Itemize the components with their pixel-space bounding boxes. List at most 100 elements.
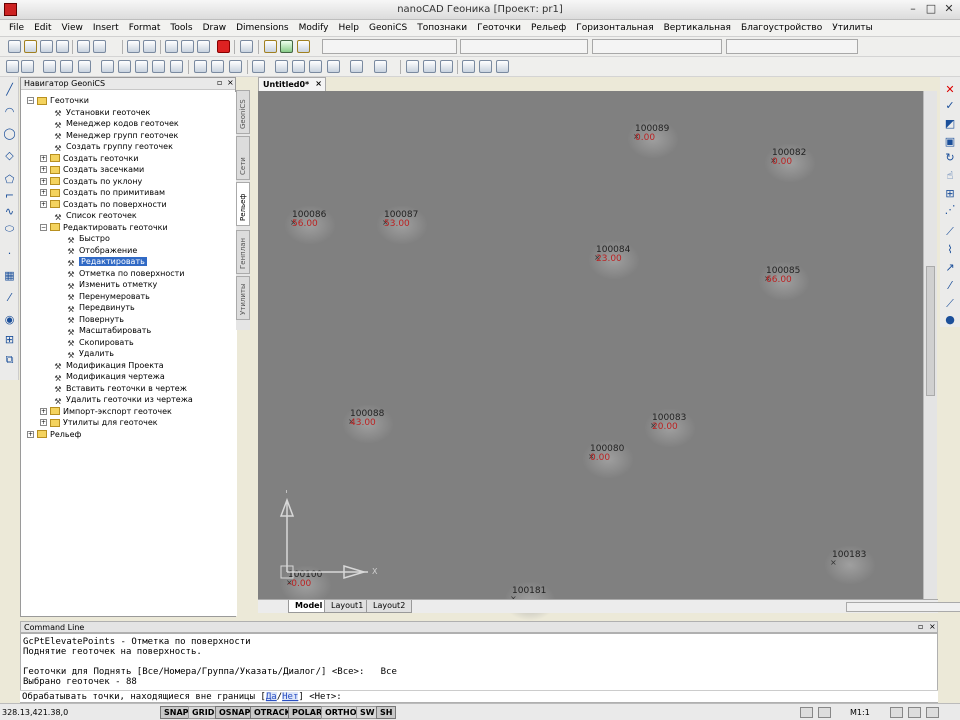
tree-item[interactable]: ⚒ Модификация чертежа [53, 371, 164, 383]
geopoint[interactable]: 100085 × 66.00 [758, 261, 810, 301]
geopoint[interactable]: 100087 × 53.00 [376, 205, 428, 245]
tree-item[interactable]: ⚒ Отметка по поверхности [66, 268, 184, 280]
close-icon[interactable]: ✕ [940, 2, 958, 17]
undo-icon[interactable] [127, 40, 140, 53]
print-icon[interactable] [77, 40, 90, 53]
vertical-scrollbar[interactable] [923, 91, 937, 599]
line-tool-icon[interactable] [43, 60, 56, 73]
tree-item[interactable]: ⚒ Скопировать [66, 337, 133, 349]
tray-settings-icon[interactable] [890, 707, 903, 718]
cancel-icon[interactable]: ✕ [943, 83, 957, 97]
menu-modify[interactable]: Modify [294, 20, 334, 37]
area-icon[interactable] [440, 60, 453, 73]
explode-icon[interactable] [229, 60, 242, 73]
layer-manager-icon[interactable] [297, 40, 310, 53]
expand-icon[interactable]: + [40, 154, 47, 162]
pin-icon[interactable]: ▫ [217, 78, 222, 87]
menu-relief[interactable]: Рельеф [526, 20, 571, 37]
circle-icon[interactable] [101, 60, 114, 73]
tree-item[interactable]: ⚒ Менеджер кодов геоточек [53, 118, 178, 130]
prompt-option-yes[interactable]: Да [265, 692, 277, 702]
menu-draw[interactable]: Draw [198, 20, 232, 37]
break-icon[interactable] [292, 60, 305, 73]
saveas-icon[interactable] [56, 40, 69, 53]
osnap-toggle[interactable]: OSNAP [215, 706, 255, 719]
command-input[interactable]: Обрабатывать точки, находящиеся вне гран… [20, 690, 938, 702]
menu-vertical[interactable]: Вертикальная [659, 20, 736, 37]
menu-utilities[interactable]: Утилиты [827, 20, 878, 37]
panel-close-icon[interactable]: × [227, 78, 234, 87]
layers-icon[interactable] [264, 40, 277, 53]
tray-layout-icon[interactable] [818, 707, 831, 718]
lineweight-combo[interactable] [726, 39, 858, 54]
menu-dimensions[interactable]: Dimensions [231, 20, 294, 37]
trim-icon[interactable] [60, 60, 73, 73]
tree-item[interactable]: + Создать по примитивам [40, 187, 165, 198]
save-icon[interactable] [40, 40, 53, 53]
menu-view[interactable]: View [57, 20, 88, 37]
section-icon[interactable]: ⟋ [943, 297, 957, 311]
annotation-scale[interactable]: M1:1 [850, 708, 870, 717]
move-icon[interactable] [252, 60, 265, 73]
paste-icon[interactable] [197, 40, 210, 53]
polygon-icon[interactable]: ⬠ [3, 173, 16, 186]
tree-item[interactable]: ⚒ Отображение [66, 245, 137, 257]
ellipse-icon[interactable]: ⬭ [3, 222, 16, 235]
spline-icon[interactable]: ∿ [3, 205, 16, 218]
polyline-icon[interactable]: ⌐ [3, 189, 16, 202]
table-icon[interactable]: ⊞ [3, 333, 16, 346]
tree-item[interactable]: + Создать по уклону [40, 176, 142, 187]
rotate-icon[interactable] [135, 60, 148, 73]
tree-item[interactable]: ⚒ Вставить геоточки в чертеж [53, 383, 187, 395]
tree-item[interactable]: + Импорт-экспорт геоточек [40, 406, 172, 417]
dim-aligned-icon[interactable] [479, 60, 492, 73]
mirror-icon[interactable] [152, 60, 165, 73]
contour-icon[interactable]: ⋰ [943, 203, 957, 217]
tree-item[interactable]: ⚒ Изменить отметку [66, 279, 157, 291]
cmd-pin-icon[interactable]: ▫ [918, 622, 923, 631]
stretch-icon[interactable] [211, 60, 224, 73]
array-icon[interactable] [170, 60, 183, 73]
extend-icon[interactable] [78, 60, 91, 73]
elevation-icon[interactable]: ↗ [943, 261, 957, 275]
tree-item[interactable]: ⚒ Повернуть [66, 314, 124, 326]
tree-item[interactable]: + Рельеф [27, 429, 81, 440]
tree-item[interactable]: + Утилиты для геоточек [40, 417, 158, 428]
geopoint[interactable]: 100082 × 0.00 [764, 143, 816, 183]
pointer-icon[interactable]: ☝ [943, 169, 957, 183]
maximize-icon[interactable]: □ [922, 2, 940, 17]
tree-item[interactable]: ⚒ Быстро [66, 233, 109, 245]
snap-tool-icon[interactable] [21, 60, 34, 73]
geopoint[interactable]: 100086 × 56.00 [284, 205, 336, 245]
open-icon[interactable] [24, 40, 37, 53]
fillet-icon[interactable] [350, 60, 363, 73]
insert-block-icon[interactable]: ⧉ [3, 353, 16, 366]
properties-icon[interactable] [240, 40, 253, 53]
menu-blagoustroistvo[interactable]: Благоустройство [736, 20, 827, 37]
tray-fullscreen-icon[interactable] [926, 707, 939, 718]
tree-item[interactable]: ⚒ Создать группу геоточек [53, 141, 173, 153]
chamfer-icon[interactable] [327, 60, 340, 73]
expand-icon[interactable]: + [40, 189, 47, 196]
tray-lock-icon[interactable] [908, 707, 921, 718]
redo-icon[interactable] [143, 40, 156, 53]
side-tab-utility[interactable]: Утилиты [236, 276, 250, 320]
profile-icon[interactable]: ⌇ [943, 243, 957, 257]
linetype-combo[interactable] [592, 39, 722, 54]
refresh-icon[interactable]: ↻ [943, 151, 957, 165]
geopoint[interactable]: 100084 × 23.00 [588, 240, 640, 280]
geopoint[interactable]: 100080 × 0.00 [582, 439, 634, 479]
offset-icon[interactable] [118, 60, 131, 73]
menu-tools[interactable]: Tools [165, 20, 197, 37]
matchprop-icon[interactable] [406, 60, 419, 73]
document-close-icon[interactable]: × [315, 79, 322, 88]
collapse-icon[interactable]: − [27, 97, 34, 104]
side-tab-geonics[interactable]: GeoniCS [236, 90, 250, 134]
measure-icon[interactable] [423, 60, 436, 73]
grip-icon[interactable] [275, 60, 288, 73]
edit-point-icon[interactable]: ▣ [943, 135, 957, 149]
color-combo[interactable] [460, 39, 588, 54]
tree-item[interactable]: ⚒ Удалить геоточки из чертежа [53, 394, 192, 406]
slope-icon[interactable]: ⟋ [943, 225, 957, 239]
menu-edit[interactable]: Edit [29, 20, 56, 37]
